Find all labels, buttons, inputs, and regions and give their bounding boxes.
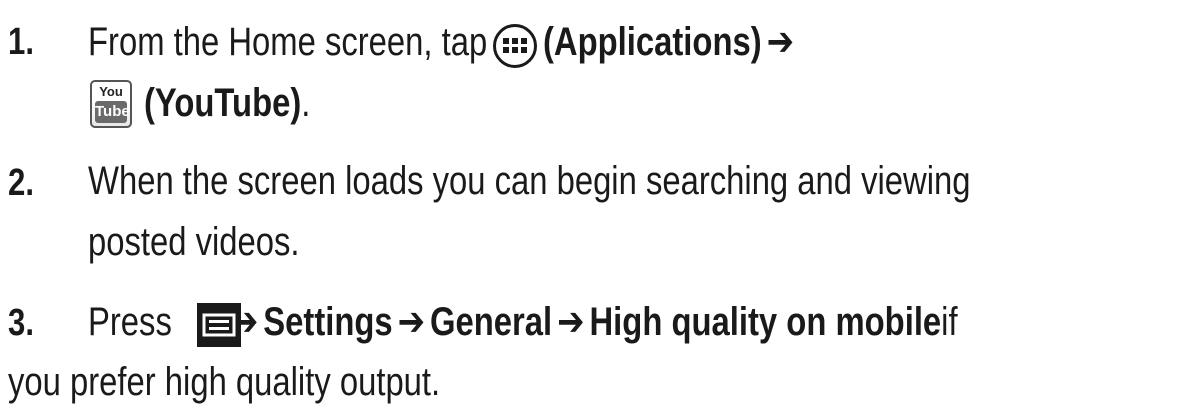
step-text-line: posted videos. [88, 220, 300, 264]
step-text: Press [88, 299, 172, 344]
step-text: if [941, 299, 958, 344]
menu-icon [197, 303, 241, 347]
menu-path-general: General [430, 299, 553, 344]
step-text: From the Home screen, tap [88, 19, 488, 64]
step-text-line: you prefer high quality output. [8, 360, 441, 404]
arrow-icon: ➔ [397, 300, 426, 344]
step-number: 2. [8, 162, 34, 204]
arrow-icon: ➔ [766, 20, 795, 64]
step-text-bold: (Applications) [542, 19, 762, 64]
step-text-line: When the screen loads you can begin sear… [88, 159, 971, 203]
youtube-icon: You Tube [90, 80, 132, 128]
step-text: . [301, 81, 311, 125]
menu-path-high-quality: High quality on mobile [589, 299, 942, 344]
step-text-line: (YouTube) . [144, 81, 310, 126]
step-number: 1. [8, 21, 34, 63]
step-number: 3. [8, 302, 34, 344]
apps-grid-icon [493, 24, 537, 68]
step-text-bold: (YouTube) [144, 81, 302, 125]
step-text-line: From the Home screen, tap (Applications)… [88, 19, 799, 65]
instruction-steps: 1. From the Home screen, tap (Applicatio… [0, 0, 1202, 420]
arrow-icon: ➔ [557, 300, 585, 344]
menu-path-settings: Settings [263, 299, 393, 344]
